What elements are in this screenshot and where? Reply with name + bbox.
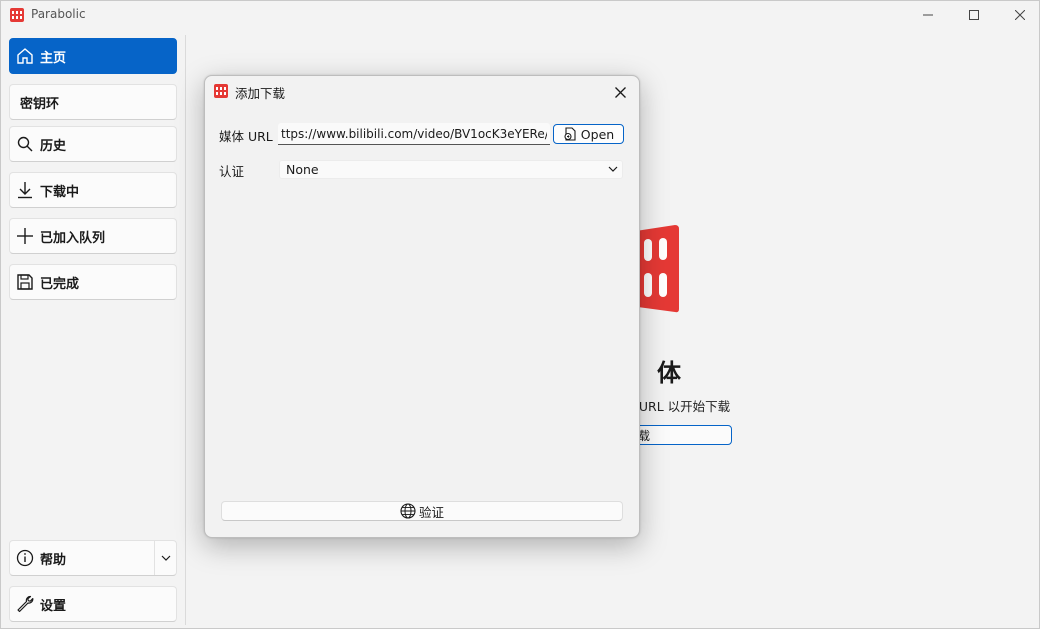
sidebar-item-queued[interactable]: 已加入队列: [9, 218, 177, 254]
media-url-input[interactable]: [278, 123, 550, 145]
info-icon: [16, 549, 34, 567]
search-icon: [17, 136, 33, 152]
plus-icon: [17, 228, 33, 244]
auth-select-value: None: [286, 162, 319, 177]
open-file-icon: [564, 127, 576, 141]
sidebar-item-help[interactable]: 帮助: [9, 540, 177, 576]
chevron-down-icon: [608, 166, 618, 172]
open-button-label: Open: [580, 126, 615, 142]
sidebar-item-label: 密钥环: [20, 96, 60, 112]
sidebar-item-home[interactable]: 主页: [9, 38, 177, 74]
main-description: E URL 以开始下载: [627, 396, 730, 415]
window-title: Parabolic: [31, 7, 86, 21]
sidebar-item-label: 历史: [40, 138, 67, 154]
dialog-close-button[interactable]: [607, 80, 633, 104]
download-icon: [18, 182, 32, 199]
sidebar-item-label: 已完成: [40, 276, 80, 292]
auth-select[interactable]: None: [279, 160, 623, 179]
main-description-text: E URL 以开始下载: [627, 399, 731, 414]
sidebar-item-settings[interactable]: 设置: [9, 586, 177, 622]
dialog-title-bar: 添加下载: [205, 76, 639, 108]
home-icon: [17, 48, 33, 64]
maximize-button[interactable]: [951, 1, 997, 29]
app-logo-icon: [10, 8, 24, 22]
title-bar: Parabolic: [1, 1, 1039, 29]
verify-button-label: 验证: [418, 504, 444, 520]
app-window: Parabolic 主页 密钥环 历史 下载中 已加入队列 已完成 帮助 设置 …: [0, 0, 1040, 629]
open-button[interactable]: Open: [553, 124, 624, 144]
sidebar-divider: [185, 35, 186, 625]
sidebar-item-history[interactable]: 历史: [9, 126, 177, 162]
wrench-icon: [17, 595, 34, 613]
chevron-down-icon: [161, 555, 170, 561]
close-icon: [1015, 10, 1025, 20]
sidebar-item-label: 设置: [40, 598, 67, 614]
close-window-button[interactable]: [997, 1, 1040, 29]
sidebar-item-completed[interactable]: 已完成: [9, 264, 177, 300]
auth-label: 认证: [219, 164, 245, 179]
close-icon: [614, 86, 626, 98]
sidebar-item-label: 帮助: [40, 552, 67, 568]
sidebar-item-label: 已加入队列: [40, 230, 106, 246]
save-icon: [17, 274, 33, 290]
sidebar-item-downloading[interactable]: 下载中: [9, 172, 177, 208]
sidebar: 主页 密钥环 历史 下载中 已加入队列 已完成 帮助 设置: [1, 29, 187, 629]
verify-button[interactable]: 验证: [221, 501, 623, 521]
help-expand-button[interactable]: [154, 541, 176, 575]
media-url-label: 媒体 URL: [219, 129, 273, 144]
maximize-icon: [969, 10, 979, 20]
main-title-text: 体: [657, 359, 681, 387]
minimize-button[interactable]: [905, 1, 951, 29]
minimize-icon: [923, 14, 933, 16]
globe-icon: [400, 503, 416, 519]
sidebar-item-keyring[interactable]: 密钥环: [9, 84, 177, 120]
add-download-dialog: 添加下载 媒体 URL Open 认证 None: [204, 75, 640, 538]
app-logo-icon: [214, 84, 228, 98]
dialog-title: 添加下载: [235, 86, 286, 101]
sidebar-item-label: 下载中: [40, 184, 80, 200]
sidebar-item-label: 主页: [40, 50, 67, 66]
